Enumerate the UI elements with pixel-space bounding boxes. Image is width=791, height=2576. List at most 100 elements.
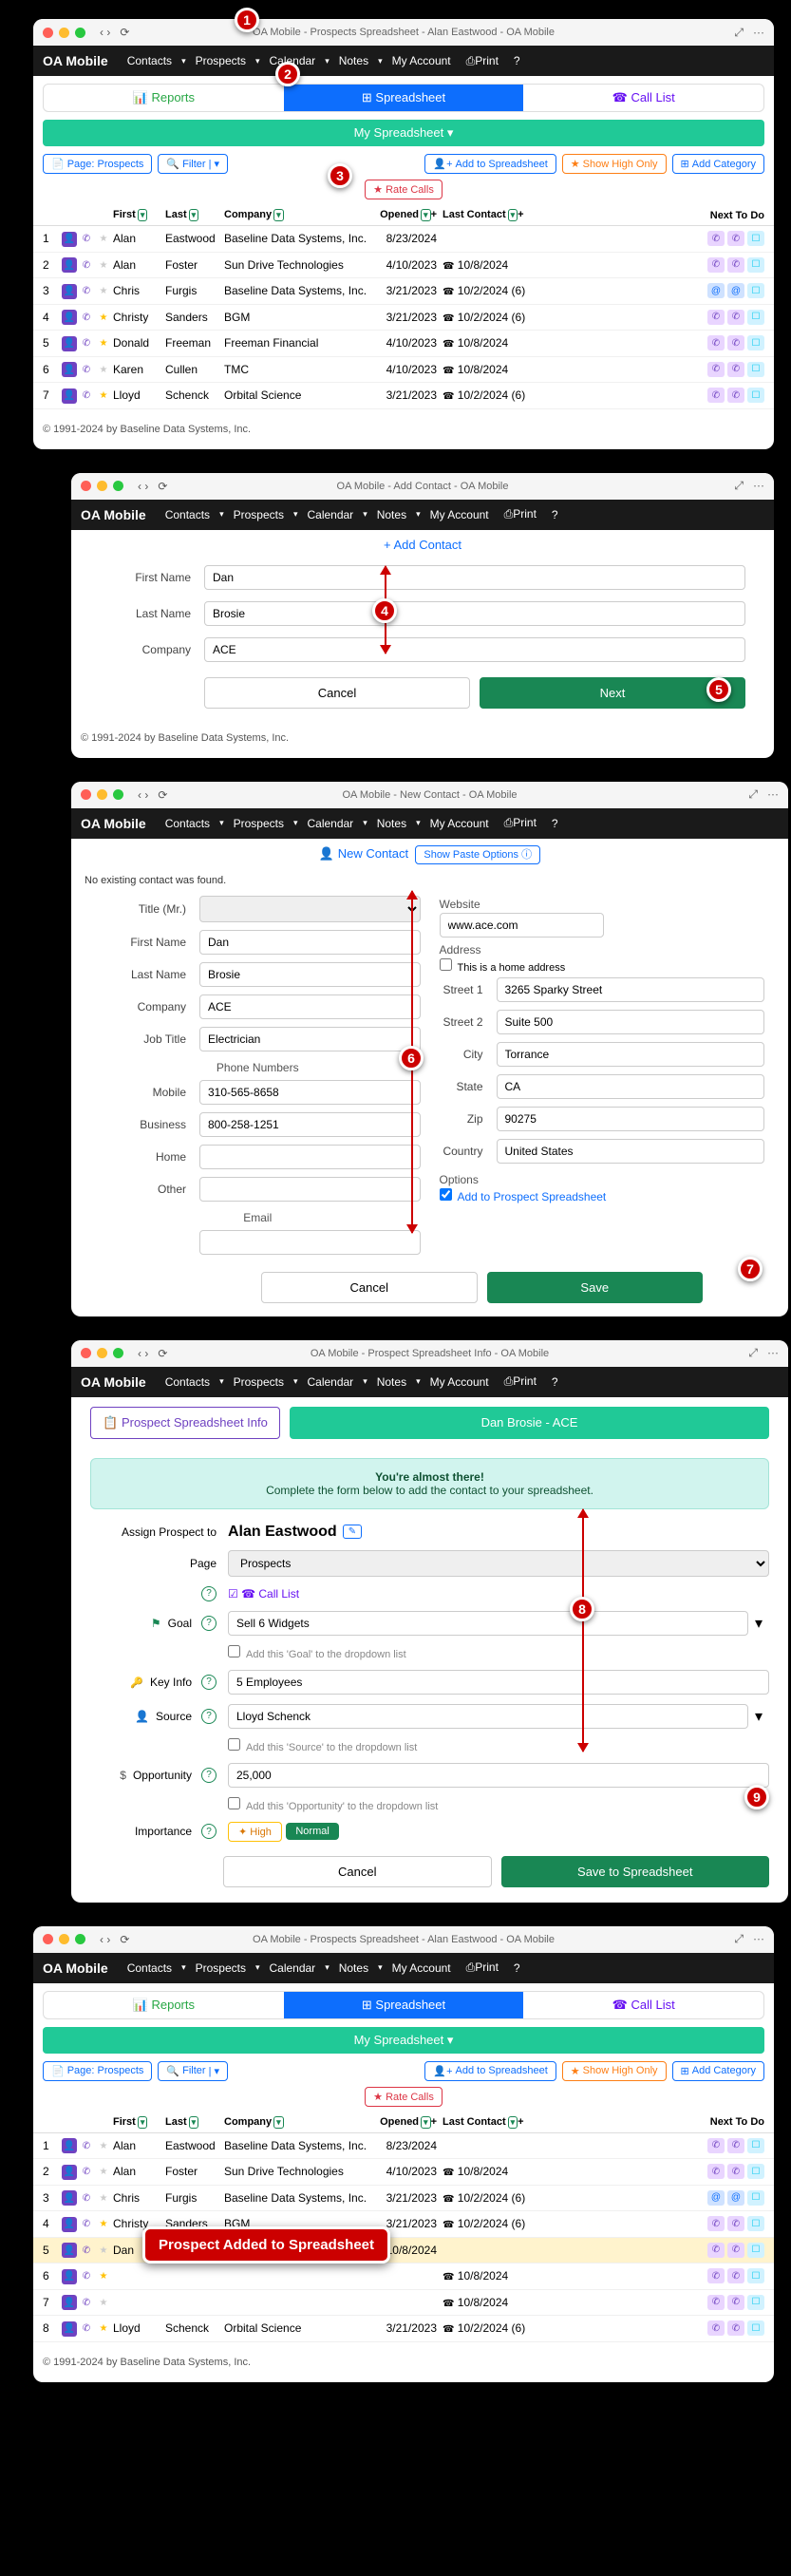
star-icon[interactable]: ★ [96, 2269, 111, 2284]
home-input[interactable] [199, 1145, 421, 1169]
action-icon[interactable]: ☐ [747, 2295, 764, 2310]
person-icon[interactable]: 👤 [62, 284, 77, 299]
action-icon[interactable]: ✆ [707, 2164, 725, 2179]
person-icon[interactable]: 👤 [62, 2138, 77, 2153]
action-icon[interactable]: ✆ [727, 2216, 744, 2231]
save-to-spreadsheet-button[interactable]: Save to Spreadsheet [501, 1856, 770, 1887]
action-icon[interactable]: ✆ [727, 310, 744, 325]
page-button[interactable]: 📄 Page: Prospects [43, 154, 152, 174]
phone-icon[interactable]: ✆ [79, 257, 94, 273]
star-icon[interactable]: ★ [96, 2243, 111, 2258]
goal-dd-checkbox[interactable] [228, 1645, 240, 1657]
phone-icon[interactable]: ✆ [79, 2217, 94, 2232]
company-input[interactable] [204, 637, 745, 662]
phone-icon[interactable]: ✆ [79, 232, 94, 247]
action-icon[interactable]: @ [707, 283, 725, 298]
action-icon[interactable]: ✆ [727, 362, 744, 377]
opportunity-input[interactable] [228, 1763, 769, 1788]
action-icon[interactable]: ✆ [707, 335, 725, 350]
source-dd-checkbox[interactable] [228, 1738, 240, 1751]
jobtitle-input[interactable] [199, 1027, 421, 1051]
person-icon[interactable]: 👤 [62, 2243, 77, 2258]
add-to-spreadsheet-button[interactable]: 👤+ Add to Spreadsheet [424, 154, 556, 174]
menu-help[interactable]: ? [508, 54, 526, 67]
action-icon[interactable]: ☐ [747, 2190, 764, 2206]
action-icon[interactable]: @ [727, 2190, 744, 2206]
action-icon[interactable]: ☐ [747, 2164, 764, 2179]
action-icon[interactable]: ✆ [727, 257, 744, 273]
action-icon[interactable]: ☐ [747, 257, 764, 273]
keyinfo-input[interactable] [228, 1670, 769, 1695]
action-icon[interactable]: ☐ [747, 2216, 764, 2231]
person-icon[interactable]: 👤 [62, 388, 77, 404]
action-icon[interactable]: ✆ [707, 2320, 725, 2336]
table-row[interactable]: 2👤✆★AlanFosterSun Drive Technologies4/10… [33, 2159, 774, 2186]
email-input[interactable] [199, 1230, 421, 1255]
action-icon[interactable]: ✆ [707, 231, 725, 246]
action-icon[interactable]: ☐ [747, 2138, 764, 2153]
action-icon[interactable]: ✆ [707, 310, 725, 325]
action-icon[interactable]: ✆ [727, 2268, 744, 2283]
action-icon[interactable]: ✆ [707, 2268, 725, 2283]
table-row[interactable]: 1👤✆★AlanEastwoodBaseline Data Systems, I… [33, 2133, 774, 2160]
star-icon[interactable]: ★ [96, 2321, 111, 2337]
action-icon[interactable]: ☐ [747, 2320, 764, 2336]
goal-input[interactable] [228, 1611, 748, 1636]
action-icon[interactable]: ☐ [747, 2243, 764, 2258]
phone-icon[interactable]: ✆ [79, 2190, 94, 2206]
table-row[interactable]: 7👤✆★LloydSchenckOrbital Science3/21/2023… [33, 383, 774, 409]
person-icon[interactable]: 👤 [62, 2165, 77, 2180]
zip-input[interactable] [497, 1107, 765, 1131]
phone-icon[interactable]: ✆ [79, 362, 94, 377]
star-icon[interactable]: ★ [96, 232, 111, 247]
business-input[interactable] [199, 1112, 421, 1137]
action-icon[interactable]: ✆ [707, 362, 725, 377]
person-icon[interactable]: 👤 [62, 232, 77, 247]
action-icon[interactable]: @ [707, 2190, 725, 2206]
menu-prospects[interactable]: Prospects [190, 54, 252, 67]
cancel-button[interactable]: Cancel [223, 1856, 492, 1887]
star-icon[interactable]: ★ [96, 2217, 111, 2232]
star-icon[interactable]: ★ [96, 310, 111, 325]
action-icon[interactable]: ☐ [747, 310, 764, 325]
star-icon[interactable]: ★ [96, 2138, 111, 2153]
table-row[interactable]: 6👤✆★KarenCullenTMC4/10/2023 10/8/2024✆✆☐ [33, 357, 774, 384]
phone-icon[interactable]: ✆ [79, 336, 94, 351]
phone-icon[interactable]: ✆ [79, 2269, 94, 2284]
action-icon[interactable]: ☐ [747, 283, 764, 298]
action-icon[interactable]: ✆ [727, 2320, 744, 2336]
opp-dd-checkbox[interactable] [228, 1797, 240, 1809]
action-icon[interactable]: ✆ [727, 2138, 744, 2153]
star-icon[interactable]: ★ [96, 362, 111, 377]
person-icon[interactable]: 👤 [62, 336, 77, 351]
tab-spreadsheet[interactable]: ⊞ Spreadsheet [284, 85, 524, 111]
action-icon[interactable]: @ [727, 283, 744, 298]
action-icon[interactable]: ✆ [707, 2138, 725, 2153]
cancel-button[interactable]: Cancel [261, 1272, 478, 1303]
star-icon[interactable]: ★ [96, 2190, 111, 2206]
action-icon[interactable]: ✆ [707, 2216, 725, 2231]
add-to-prospect-checkbox[interactable] [440, 1188, 452, 1201]
table-row[interactable]: 3👤✆★ChrisFurgisBaseline Data Systems, In… [33, 278, 774, 305]
action-icon[interactable]: ✆ [707, 2295, 725, 2310]
phone-icon[interactable]: ✆ [79, 2295, 94, 2310]
phone-icon[interactable]: ✆ [79, 310, 94, 325]
person-icon[interactable]: 👤 [62, 257, 77, 273]
star-icon[interactable]: ★ [96, 388, 111, 404]
cancel-button[interactable]: Cancel [204, 677, 470, 709]
person-icon[interactable]: 👤 [62, 2190, 77, 2206]
menu-myaccount[interactable]: My Account [386, 54, 457, 67]
action-icon[interactable]: ✆ [707, 2243, 725, 2258]
action-icon[interactable]: ✆ [727, 335, 744, 350]
save-button[interactable]: Save [487, 1272, 704, 1303]
my-spreadsheet-dropdown[interactable]: My Spreadsheet ▾ [43, 120, 764, 146]
next-button[interactable]: Next [480, 677, 745, 709]
show-paste-button[interactable]: Show Paste Options ⓘ [415, 845, 540, 864]
home-address-checkbox[interactable] [440, 958, 452, 971]
phone-icon[interactable]: ✆ [79, 2165, 94, 2180]
action-icon[interactable]: ☐ [747, 362, 764, 377]
source-input[interactable] [228, 1704, 748, 1729]
action-icon[interactable]: ☐ [747, 335, 764, 350]
importance-high[interactable]: ✦ High [228, 1822, 282, 1842]
mobile-input[interactable] [199, 1080, 421, 1105]
